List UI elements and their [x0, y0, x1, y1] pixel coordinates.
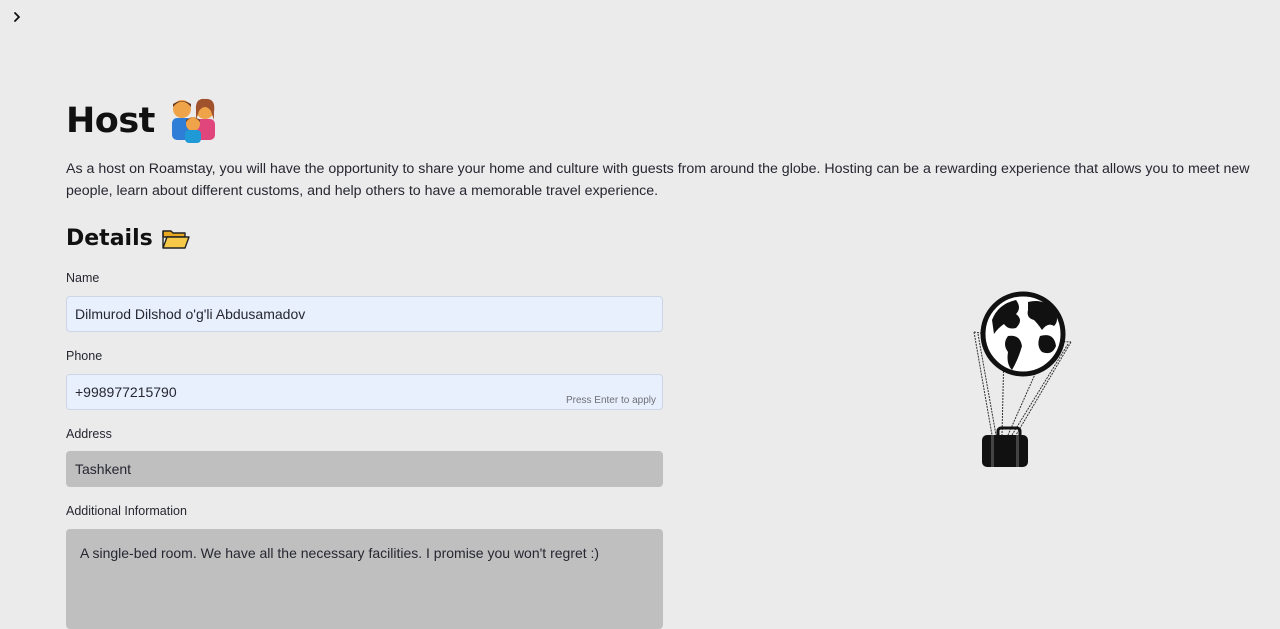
phone-value: +998977215790 — [75, 384, 177, 400]
press-enter-hint: Press Enter to apply — [565, 395, 656, 406]
details-header: Details — [66, 226, 191, 251]
globe-parachute-suitcase-icon — [973, 291, 1072, 467]
additional-info-label: Additional Information — [66, 504, 187, 518]
address-input[interactable]: Tashkent — [66, 451, 663, 487]
name-value: Dilmurod Dilshod o'g'li Abdusamadov — [75, 306, 306, 322]
page-header: Host — [66, 98, 221, 144]
address-value: Tashkent — [75, 461, 132, 477]
additional-info-value: A single-bed room. We have all the neces… — [80, 545, 600, 561]
phone-label: Phone — [66, 349, 103, 363]
page-title: Host — [66, 101, 155, 141]
phone-input[interactable]: +998977215790 Press Enter to apply — [66, 374, 663, 410]
additional-info-textarea[interactable]: A single-bed room. We have all the neces… — [66, 529, 663, 629]
open-folder-icon — [162, 229, 190, 249]
sidebar-toggle-button[interactable] — [8, 8, 26, 26]
details-title: Details — [66, 226, 153, 251]
name-label: Name — [66, 271, 100, 285]
name-input[interactable]: Dilmurod Dilshod o'g'li Abdusamadov — [66, 296, 663, 332]
family-emoji-icon — [171, 98, 215, 143]
address-label: Address — [66, 427, 112, 441]
chevron-right-icon — [14, 12, 20, 22]
intro-text: As a host on Roamstay, you will have the… — [66, 161, 1250, 199]
